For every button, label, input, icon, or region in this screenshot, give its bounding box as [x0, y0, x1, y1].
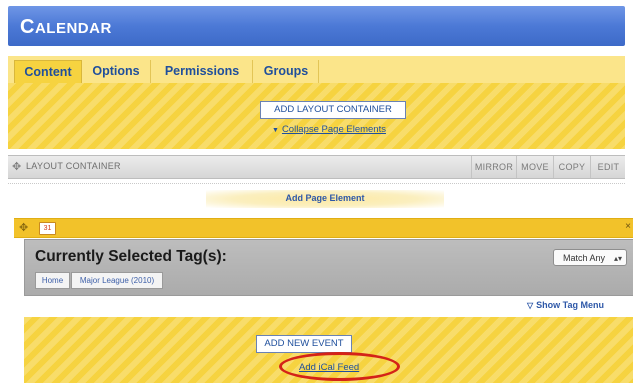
edit-button[interactable]: EDIT: [590, 156, 626, 178]
collapse-page-elements-label: Collapse Page Elements: [281, 124, 386, 135]
match-mode-value: Match Any: [563, 253, 606, 263]
tab-content[interactable]: Content: [14, 60, 82, 84]
move-handle-icon[interactable]: ✥: [12, 160, 21, 173]
window-title-bar: CALENDAR: [8, 6, 625, 46]
tab-permissions[interactable]: Permissions: [152, 60, 253, 83]
match-mode-select[interactable]: Match Any ▴▾: [553, 249, 627, 266]
triangle-down-icon: ▽: [527, 301, 534, 310]
selected-tags-heading: Currently Selected Tag(s):: [35, 248, 227, 265]
add-page-element-link[interactable]: Add Page Element: [206, 193, 444, 203]
move-button[interactable]: MOVE: [516, 156, 553, 178]
tag-selection-panel: Currently Selected Tag(s): Home Major Le…: [24, 239, 633, 296]
close-icon[interactable]: ×: [625, 221, 631, 232]
divider: [8, 183, 625, 184]
add-layout-container-button[interactable]: ADD LAYOUT CONTAINER: [260, 101, 406, 119]
event-actions-panel: ADD NEW EVENT Add iCal Feed: [24, 317, 633, 383]
add-page-element-bar: Add Page Element: [206, 190, 444, 208]
highlight-circle: [279, 352, 400, 381]
calendar-icon: 31: [39, 222, 56, 235]
tab-groups[interactable]: Groups: [254, 60, 319, 83]
page-element-bar: ✥ 31 ×: [14, 218, 633, 238]
mirror-button[interactable]: MIRROR: [471, 156, 516, 178]
move-handle-icon[interactable]: ✥: [19, 221, 28, 234]
tag-breadcrumb-major-league[interactable]: Major League (2010): [71, 272, 163, 289]
collapse-page-elements-link[interactable]: ▼ Collapse Page Elements: [272, 124, 386, 135]
tag-breadcrumb-home[interactable]: Home: [35, 272, 70, 289]
layout-container-label: LAYOUT CONTAINER: [26, 161, 121, 171]
triangle-down-icon: ▼: [272, 127, 279, 134]
layout-container-header: ✥ LAYOUT CONTAINER MIRROR MOVE COPY EDIT: [8, 155, 625, 179]
window-title: CALENDAR: [20, 16, 112, 38]
select-arrows-icon: ▴▾: [613, 254, 622, 263]
tab-bar: Content Options Permissions Groups: [8, 56, 625, 84]
tab-options[interactable]: Options: [82, 60, 151, 83]
show-tag-menu-label: Show Tag Menu: [536, 300, 604, 310]
add-new-event-button[interactable]: ADD NEW EVENT: [256, 335, 352, 353]
show-tag-menu-link[interactable]: ▽ Show Tag Menu: [527, 300, 604, 310]
copy-button[interactable]: COPY: [553, 156, 590, 178]
content-panel: ADD LAYOUT CONTAINER ▼ Collapse Page Elem…: [8, 83, 625, 149]
